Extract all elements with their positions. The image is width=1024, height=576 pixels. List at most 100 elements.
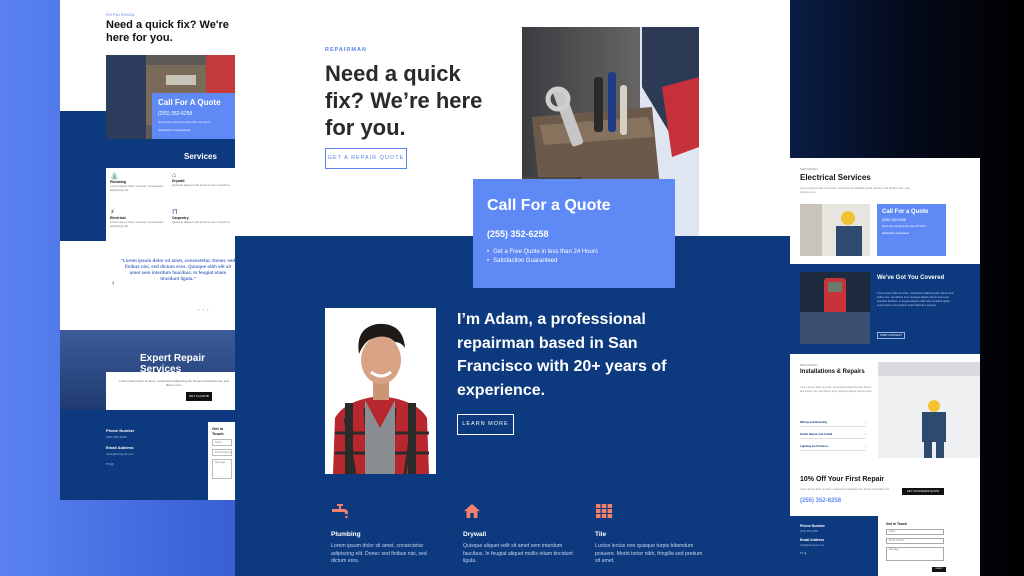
left-message-field[interactable]: Message xyxy=(212,459,232,479)
left-footer-phone[interactable]: (255) 352-6258 xyxy=(106,435,127,439)
bolt-icon: ⚡ xyxy=(110,209,115,216)
right-quote-title: Call For a Quote xyxy=(882,209,929,215)
left-service-item: ⚡ Electrical Lorem ipsum dolor sit amet,… xyxy=(110,208,170,228)
right-multimeter-photo xyxy=(800,272,870,344)
left-page-mockup: REPAIRMAN Need a quick fix? We're here f… xyxy=(60,0,236,500)
faucet-icon: ⛲ xyxy=(110,173,119,180)
slider-dots[interactable]: • • • xyxy=(198,307,209,312)
social-icons[interactable]: f 𝕏 ◎ xyxy=(106,462,114,466)
house-icon xyxy=(463,503,573,519)
left-services-title: Services xyxy=(184,152,217,161)
quote-title: Call For a Quote xyxy=(487,197,611,214)
left-footer-phone-label: Phone Number xyxy=(106,428,135,433)
learn-more-button[interactable]: LEARN MORE xyxy=(457,414,514,435)
left-quote-bullet: Get a Free Quote in less than 24 Hours xyxy=(158,120,211,124)
adam-portrait-photo xyxy=(325,308,436,474)
left-footer-email-label: Email Address xyxy=(106,445,134,450)
quote-bullets: Get a Free Quote in less than 24 Hours S… xyxy=(487,248,661,266)
left-service-desc: Lorem ipsum dolor sit amet, consectetur … xyxy=(110,220,164,228)
right-footer-phone-label: Phone Number xyxy=(800,524,825,528)
right-footer-email[interactable]: hello@divirepair.com xyxy=(800,544,824,547)
accordion-item[interactable]: Wiring and Rewiring › xyxy=(800,420,866,427)
right-install-text: Lorem ipsum dolor sit amet, consectetur … xyxy=(800,386,873,393)
right-electrician-photo xyxy=(800,204,870,256)
right-covered-text: Lorem ipsum dolor sit amet, consectetur … xyxy=(877,292,954,307)
left-quote-title: Call For A Quote xyxy=(158,98,221,107)
accordion-item[interactable]: Lighting and Fixtures › xyxy=(800,444,866,451)
left-service-item: ⌂ Drywall Quisque aliquet velit sit amet… xyxy=(172,172,232,187)
left-service-desc: Quisque aliquet velit sit amet sem inter… xyxy=(172,220,231,224)
faucet-icon xyxy=(331,503,441,519)
right-start-project-button[interactable]: START A PROJECT xyxy=(877,332,905,339)
quote-bullet: Get a Free Quote in less than 24 Hours xyxy=(487,248,661,257)
service-title: Plumbing xyxy=(331,531,361,538)
right-quote-bullet: Get a Free Quote in less than 24 Hours xyxy=(882,225,926,228)
right-hero-label: REPAIRMAN xyxy=(800,167,818,171)
right-covered-title: We've Got You Covered xyxy=(877,275,945,281)
right-name-field[interactable]: Name xyxy=(886,529,944,535)
left-quote-phone[interactable]: (255) 352-6258 xyxy=(158,111,230,117)
service-desc: Quisque aliquet velit sit amet sem inter… xyxy=(463,543,573,564)
right-page-mockup: REPAIRMAN Electrical Services Lorem ipsu… xyxy=(790,158,980,576)
about-intro-text: I’m Adam, a professional repairman based… xyxy=(457,311,667,399)
left-service-desc: Lorem ipsum dolor sit amet, consectetur … xyxy=(110,184,164,192)
service-desc: Lorem ipsum dolor sit amet, consectetur … xyxy=(331,543,427,564)
right-contact-form: Get in Touch Name Email Address Message … xyxy=(878,516,980,576)
left-hero2-box: Lorem ipsum dolor sit amet, consectetur … xyxy=(106,372,236,410)
left-service-desc: Quisque aliquet velit sit amet sem inter… xyxy=(172,183,231,187)
left-hero-label: REPAIRMAN xyxy=(106,12,135,17)
accordion-label: Wiring and Rewiring xyxy=(800,420,828,424)
right-offer-phone[interactable]: (255) 352-6258 xyxy=(800,498,841,504)
right-footer-phone[interactable]: (255) 352-6258 xyxy=(800,530,818,533)
service-item-tile: Tile Luctus lectus non quisque turpis bi… xyxy=(595,503,705,566)
quote-bullet: Satisfaction Guaranteed xyxy=(487,257,661,266)
left-quote-box: Call For A Quote (255) 352-6258 Get a Fr… xyxy=(152,93,236,139)
chevron-right-icon: › xyxy=(865,444,866,448)
right-hero-subtitle: Lorem ipsum dolor sit amet, consectetur … xyxy=(800,186,910,194)
right-submit-button[interactable]: SUBMIT xyxy=(932,567,946,572)
right-quote-phone[interactable]: (255) 352-6258 xyxy=(882,218,941,222)
center-page-mockup: REPAIRMAN Need a quick fix? We’re here f… xyxy=(235,0,790,576)
right-offer-button[interactable]: GET YOUR REPAIR QUOTE xyxy=(902,488,944,495)
left-footer-email[interactable]: hello@divirepair.com xyxy=(106,452,134,456)
accordion-label: Outlet Repair and Install xyxy=(800,432,833,436)
call-for-quote-box: Call For a Quote (255) 352-6258 Get a Fr… xyxy=(473,179,675,288)
right-offer-title: 10% Off Your First Repair xyxy=(800,476,885,483)
left-services-grid: ⛲ Plumbing Lorem ipsum dolor sit amet, c… xyxy=(106,168,236,242)
chair-icon: ⊓ xyxy=(172,209,178,216)
right-worker-photo xyxy=(878,362,980,458)
center-hero-title: Need a quick fix? We’re here for you. xyxy=(325,61,483,140)
left-get-quote-button[interactable]: GET A QUOTE xyxy=(186,392,212,401)
left-name-field[interactable]: Name xyxy=(212,439,232,446)
chevron-right-icon: › xyxy=(865,432,866,436)
left-testimonial-text: "Lorem ipsum dolor sit amet, consectetur… xyxy=(120,258,236,281)
left-contact-form: Get in Touch Name Email Address Message xyxy=(208,422,236,500)
left-quote-bullet: Satisfaction Guaranteed xyxy=(158,128,191,132)
right-message-field[interactable]: Message xyxy=(886,547,944,561)
chevron-left-icon[interactable]: ‹ xyxy=(112,280,114,287)
accordion-label: Lighting and Fixtures xyxy=(800,444,829,448)
quote-phone[interactable]: (255) 352-6258 xyxy=(487,229,661,239)
left-hero-title: Need a quick fix? We're here for you. xyxy=(106,19,229,44)
social-icons[interactable]: f 𝕏 ◎ xyxy=(800,552,807,555)
center-hero-label: REPAIRMAN xyxy=(325,47,367,53)
right-footer-email-label: Email Address xyxy=(800,538,825,542)
right-quote-bullet: Satisfaction Guaranteed xyxy=(882,232,909,235)
get-repair-quote-button[interactable]: GET A REPAIR QUOTE xyxy=(325,148,407,169)
chevron-right-icon: › xyxy=(865,420,866,424)
right-offer-text: Lorem ipsum dolor sit amet, consectetur … xyxy=(800,488,890,491)
house-icon: ⌂ xyxy=(172,172,177,179)
right-install-label: REPAIRMAN xyxy=(800,363,818,367)
right-form-title: Get in Touch xyxy=(886,522,908,526)
right-hero-title: Electrical Services xyxy=(800,173,871,182)
accordion-item[interactable]: Outlet Repair and Install › xyxy=(800,432,866,439)
tile-icon xyxy=(595,503,705,519)
right-quote-box: Call For a Quote (255) 352-6258 Get a Fr… xyxy=(877,204,946,256)
left-service-item: ⊓ Carpentry Quisque aliquet velit sit am… xyxy=(172,208,232,224)
service-item-drywall: Drywall Quisque aliquet velit sit amet s… xyxy=(463,503,573,566)
service-desc: Luctus lectus non quisque turpis bibendu… xyxy=(595,543,703,564)
service-title: Drywall xyxy=(463,531,487,538)
right-email-field[interactable]: Email Address xyxy=(886,538,944,544)
left-email-field[interactable]: Email Address xyxy=(212,449,232,456)
left-service-item: ⛲ Plumbing Lorem ipsum dolor sit amet, c… xyxy=(110,172,170,192)
